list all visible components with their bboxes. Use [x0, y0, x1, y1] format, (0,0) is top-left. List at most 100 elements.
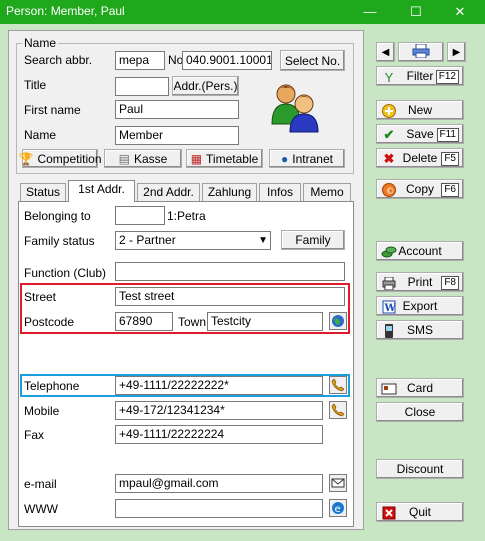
svg-text:W: W [384, 303, 397, 314]
account-label: Account [398, 244, 442, 258]
copy-label: Copy [405, 182, 434, 196]
belonging-to-field[interactable] [115, 206, 165, 225]
previous-record-button[interactable]: ◀ [376, 42, 395, 62]
belonging-to-name: 1:Petra [167, 209, 206, 223]
card-label: Card [406, 381, 433, 395]
timetable-label: Timetable [206, 151, 259, 166]
street-label: Street [24, 290, 57, 304]
intranet-label: Intranet [292, 151, 333, 166]
sms-button[interactable]: SMS [376, 320, 464, 340]
checkmark-icon: ✔ [383, 127, 395, 142]
street-field[interactable]: Test street [115, 287, 345, 306]
save-label: Save [406, 127, 434, 141]
tab-memo[interactable]: Memo [303, 183, 351, 201]
phone-icon[interactable] [329, 376, 347, 394]
card-button[interactable]: Card [376, 378, 464, 398]
family-status-select[interactable]: 2 - Partner ▼ [115, 231, 271, 250]
tab-second-address[interactable]: 2nd Addr. [137, 183, 200, 201]
mobile-phone-icon [381, 323, 397, 339]
family-status-label: Family status [24, 234, 95, 248]
mobile-field[interactable]: +49-172/12341234* [115, 401, 323, 420]
telephone-label: Telephone [24, 379, 80, 393]
globe-icon: ● [281, 151, 289, 166]
next-record-button[interactable]: ▶ [447, 42, 466, 62]
search-abbr-field[interactable]: mepa [115, 51, 165, 70]
email-field[interactable]: mpaul@gmail.com [115, 474, 323, 493]
competition-button[interactable]: 🏆 Competition [18, 149, 102, 168]
exit-icon [381, 505, 397, 521]
delete-button[interactable]: ✖ Delete F5 [376, 148, 464, 168]
cash-register-icon: ▤ [118, 151, 130, 166]
quit-button[interactable]: Quit [376, 502, 464, 522]
print-preview-button[interactable] [398, 42, 444, 62]
discount-button[interactable]: Discount [376, 459, 464, 479]
chevron-down-icon[interactable]: ▼ [258, 232, 268, 249]
svg-text:©: © [386, 187, 395, 197]
competition-label: Competition [37, 151, 102, 166]
title-field[interactable] [115, 77, 169, 96]
globe-map-icon[interactable] [329, 312, 347, 330]
www-label: WWW [24, 502, 58, 516]
print-button[interactable]: Print F8 [376, 272, 464, 292]
print-shortcut: F8 [441, 276, 459, 290]
belonging-to-label: Belonging to [24, 209, 91, 223]
discount-label: Discount [396, 462, 444, 476]
close-record-button[interactable]: Close [376, 402, 464, 422]
phone-icon[interactable] [329, 401, 347, 419]
save-shortcut: F11 [436, 128, 459, 142]
addr-pers-label: Addr.(Pers.) [173, 79, 238, 93]
first-name-field[interactable]: Paul [115, 100, 239, 119]
kasse-label: Kasse [133, 151, 168, 166]
timetable-button[interactable]: ▦ Timetable [186, 149, 263, 168]
new-label: New [407, 103, 432, 117]
maximize-button[interactable]: ☐ [400, 0, 432, 24]
trophy-icon: 🏆 [18, 151, 34, 166]
export-button[interactable]: W Export [376, 296, 464, 316]
red-x-icon: ✖ [383, 151, 395, 166]
close-label: Close [404, 405, 436, 419]
account-button[interactable]: Account [376, 241, 464, 261]
minimize-button[interactable]: — [354, 0, 386, 24]
tab-first-address[interactable]: 1st Addr. [68, 180, 135, 202]
select-no-button[interactable]: Select No. [280, 50, 345, 71]
member-number-field[interactable]: 040.9001.100011 [182, 51, 272, 70]
new-button[interactable]: New [376, 100, 464, 120]
name-field[interactable]: Member [115, 126, 239, 145]
envelope-icon[interactable] [329, 474, 347, 492]
town-field[interactable]: Testcity [207, 312, 323, 331]
save-button[interactable]: ✔ Save F11 [376, 124, 464, 144]
postcode-label: Postcode [24, 315, 75, 329]
copy-button[interactable]: © Copy F6 [376, 179, 464, 199]
function-field[interactable] [115, 262, 345, 281]
family-button-label: Family [295, 233, 331, 247]
card-icon [381, 381, 397, 397]
name-label: Name [24, 128, 57, 142]
first-name-label: First name [24, 103, 81, 117]
search-abbr-label: Search abbr. [24, 53, 93, 67]
close-button[interactable]: ✕ [444, 0, 476, 24]
addr-pers-button[interactable]: Addr.(Pers.) [172, 76, 239, 96]
intranet-button[interactable]: ● Intranet [269, 149, 345, 168]
delete-shortcut: F5 [441, 152, 459, 166]
tab-status[interactable]: Status [20, 183, 66, 201]
triangle-right-icon: ▶ [452, 46, 461, 58]
window-title: Person: Member, Paul [6, 4, 125, 18]
family-button[interactable]: Family [281, 230, 345, 250]
telephone-field[interactable]: +49-1111/22222222* [115, 376, 323, 395]
filter-icon: Y [384, 69, 394, 85]
kasse-button[interactable]: ▤ Kasse [104, 149, 182, 168]
filter-label: Filter [406, 69, 434, 83]
fax-label: Fax [24, 428, 45, 442]
tab-infos[interactable]: Infos [259, 183, 301, 201]
postcode-field[interactable]: 67890 [115, 312, 173, 331]
filter-button[interactable]: Y Filter F12 [376, 66, 464, 86]
filter-shortcut: F12 [435, 70, 459, 84]
mobile-label: Mobile [24, 404, 60, 418]
tab-zahlung[interactable]: Zahlung [202, 183, 257, 201]
copy-icon: © [381, 182, 397, 198]
www-field[interactable] [115, 499, 323, 518]
fax-field[interactable]: +49-1111/22222224 [115, 425, 323, 444]
browser-icon[interactable]: e [329, 499, 347, 517]
copy-shortcut: F6 [441, 183, 459, 197]
title-bar: Person: Member, Paul — ☐ ✕ [0, 0, 485, 24]
